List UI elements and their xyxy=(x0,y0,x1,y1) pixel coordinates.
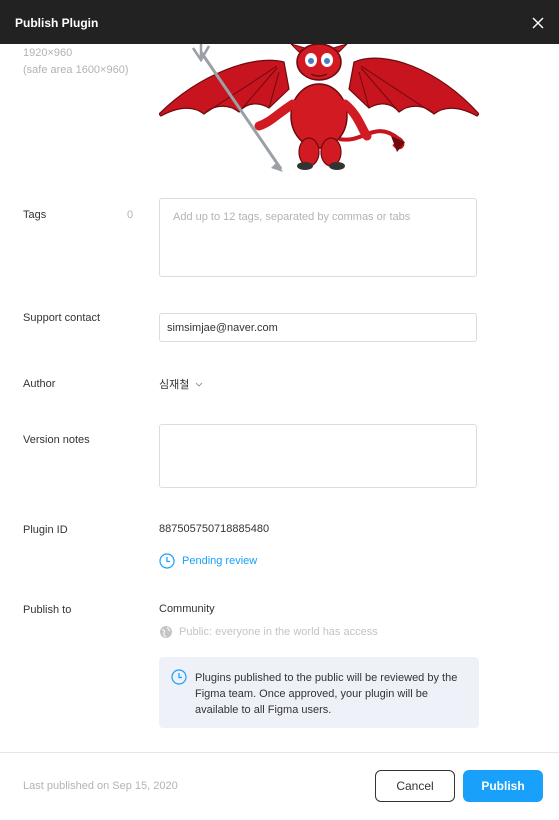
review-info-box: Plugins published to the public will be … xyxy=(159,657,479,728)
tags-placeholder: Add up to 12 tags, separated by commas o… xyxy=(173,211,411,223)
support-contact-input[interactable]: simsimjae@naver.com xyxy=(159,313,477,342)
cover-safe-area-hint: (safe area 1600×960) xyxy=(23,64,129,76)
support-contact-value: simsimjae@naver.com xyxy=(167,322,278,334)
version-notes-label: Version notes xyxy=(23,434,90,446)
plugin-id-label: Plugin ID xyxy=(23,524,68,536)
cover-size-hint: 1920×960 xyxy=(23,47,73,59)
dialog-title: Publish Plugin xyxy=(15,16,99,30)
tags-count: 0 xyxy=(127,209,134,221)
publish-to-value: Community xyxy=(159,603,215,615)
last-published-text: Last published on Sep 15, 2020 xyxy=(23,780,178,792)
footer-divider xyxy=(0,752,559,753)
clock-icon xyxy=(159,553,175,569)
author-label: Author xyxy=(23,378,56,390)
cancel-button[interactable]: Cancel xyxy=(375,770,455,802)
author-value: 심재철 xyxy=(159,379,190,391)
close-icon[interactable] xyxy=(528,13,548,33)
title-bar: Publish Plugin xyxy=(0,0,559,44)
pending-review-text: Pending review xyxy=(182,555,258,567)
review-info-text: Plugins published to the public will be … xyxy=(195,672,458,716)
publish-button[interactable]: Publish xyxy=(463,770,543,802)
publish-to-label: Publish to xyxy=(23,604,72,616)
pending-review-status: Pending review xyxy=(159,553,257,569)
support-contact-label: Support contact xyxy=(23,312,101,324)
tags-label: Tags xyxy=(23,209,47,221)
clock-icon xyxy=(171,669,187,685)
visibility-note: Public: everyone in the world has access xyxy=(159,625,378,639)
author-dropdown[interactable]: 심재철 xyxy=(159,376,204,392)
visibility-text: Public: everyone in the world has access xyxy=(179,626,378,638)
globe-icon xyxy=(160,626,172,638)
chevron-down-icon xyxy=(196,382,203,387)
cover-image[interactable] xyxy=(159,44,479,174)
plugin-id-value: 887505750718885480 xyxy=(159,523,270,535)
version-notes-input[interactable] xyxy=(159,424,477,488)
tags-input[interactable]: Add up to 12 tags, separated by commas o… xyxy=(159,198,477,277)
